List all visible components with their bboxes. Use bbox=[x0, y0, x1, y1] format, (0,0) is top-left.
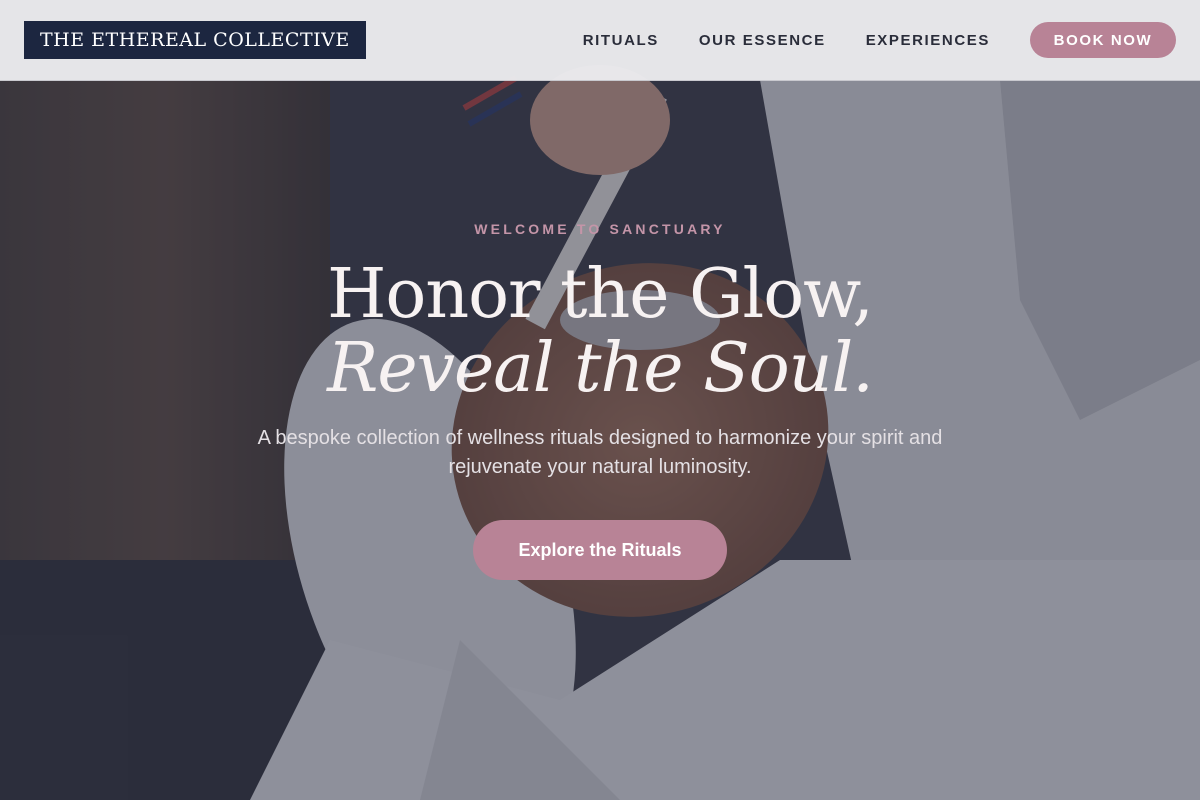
hero-section: WELCOME TO SANCTUARY Honor the Glow, Rev… bbox=[0, 0, 1200, 800]
landing-page: THE ETHEREAL COLLECTIVE RITUALS OUR ESSE… bbox=[0, 0, 1200, 800]
explore-rituals-button[interactable]: Explore the Rituals bbox=[473, 520, 727, 580]
hero-headline-line2: Reveal the Soul. bbox=[327, 329, 874, 408]
hero-eyebrow: WELCOME TO SANCTUARY bbox=[474, 221, 726, 237]
hero-subhead: A bespoke collection of wellness rituals… bbox=[257, 427, 943, 478]
hero-headline-line1: Honor the Glow, bbox=[327, 255, 874, 334]
hero-headline: Honor the Glow, Reveal the Soul. bbox=[0, 256, 1200, 404]
